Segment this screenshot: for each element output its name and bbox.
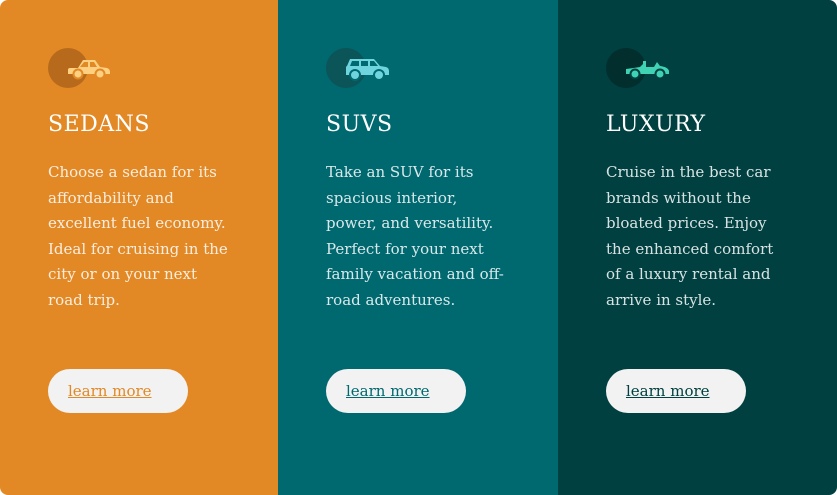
card-sedans: SEDANS Choose a sedan for its affordabil…: [0, 0, 278, 495]
card-description: Cruise in the best car brands without th…: [606, 163, 774, 309]
learn-more-button[interactable]: learn more: [48, 369, 188, 413]
card-description: Choose a sedan for its affordability and…: [48, 163, 228, 309]
sedan-icon-container: [48, 48, 114, 88]
card-description: Take an SUV for its spacious interior, p…: [326, 163, 504, 309]
suv-car-icon: [346, 59, 389, 81]
learn-more-button[interactable]: learn more: [606, 369, 746, 413]
card-title: SUVS: [326, 112, 393, 137]
sedan-car-icon: [68, 60, 110, 80]
luxury-icon-container: [606, 48, 672, 88]
card-luxury: LUXURY Cruise in the best car brands wit…: [558, 0, 837, 495]
product-cards: SEDANS Choose a sedan for its affordabil…: [0, 0, 837, 495]
card-title: LUXURY: [606, 112, 706, 137]
learn-more-button[interactable]: learn more: [326, 369, 466, 413]
suv-icon-container: [326, 48, 392, 88]
card-suvs: SUVS Take an SUV for its spacious interi…: [278, 0, 558, 495]
convertible-car-icon: [626, 61, 669, 80]
card-title: SEDANS: [48, 112, 150, 137]
